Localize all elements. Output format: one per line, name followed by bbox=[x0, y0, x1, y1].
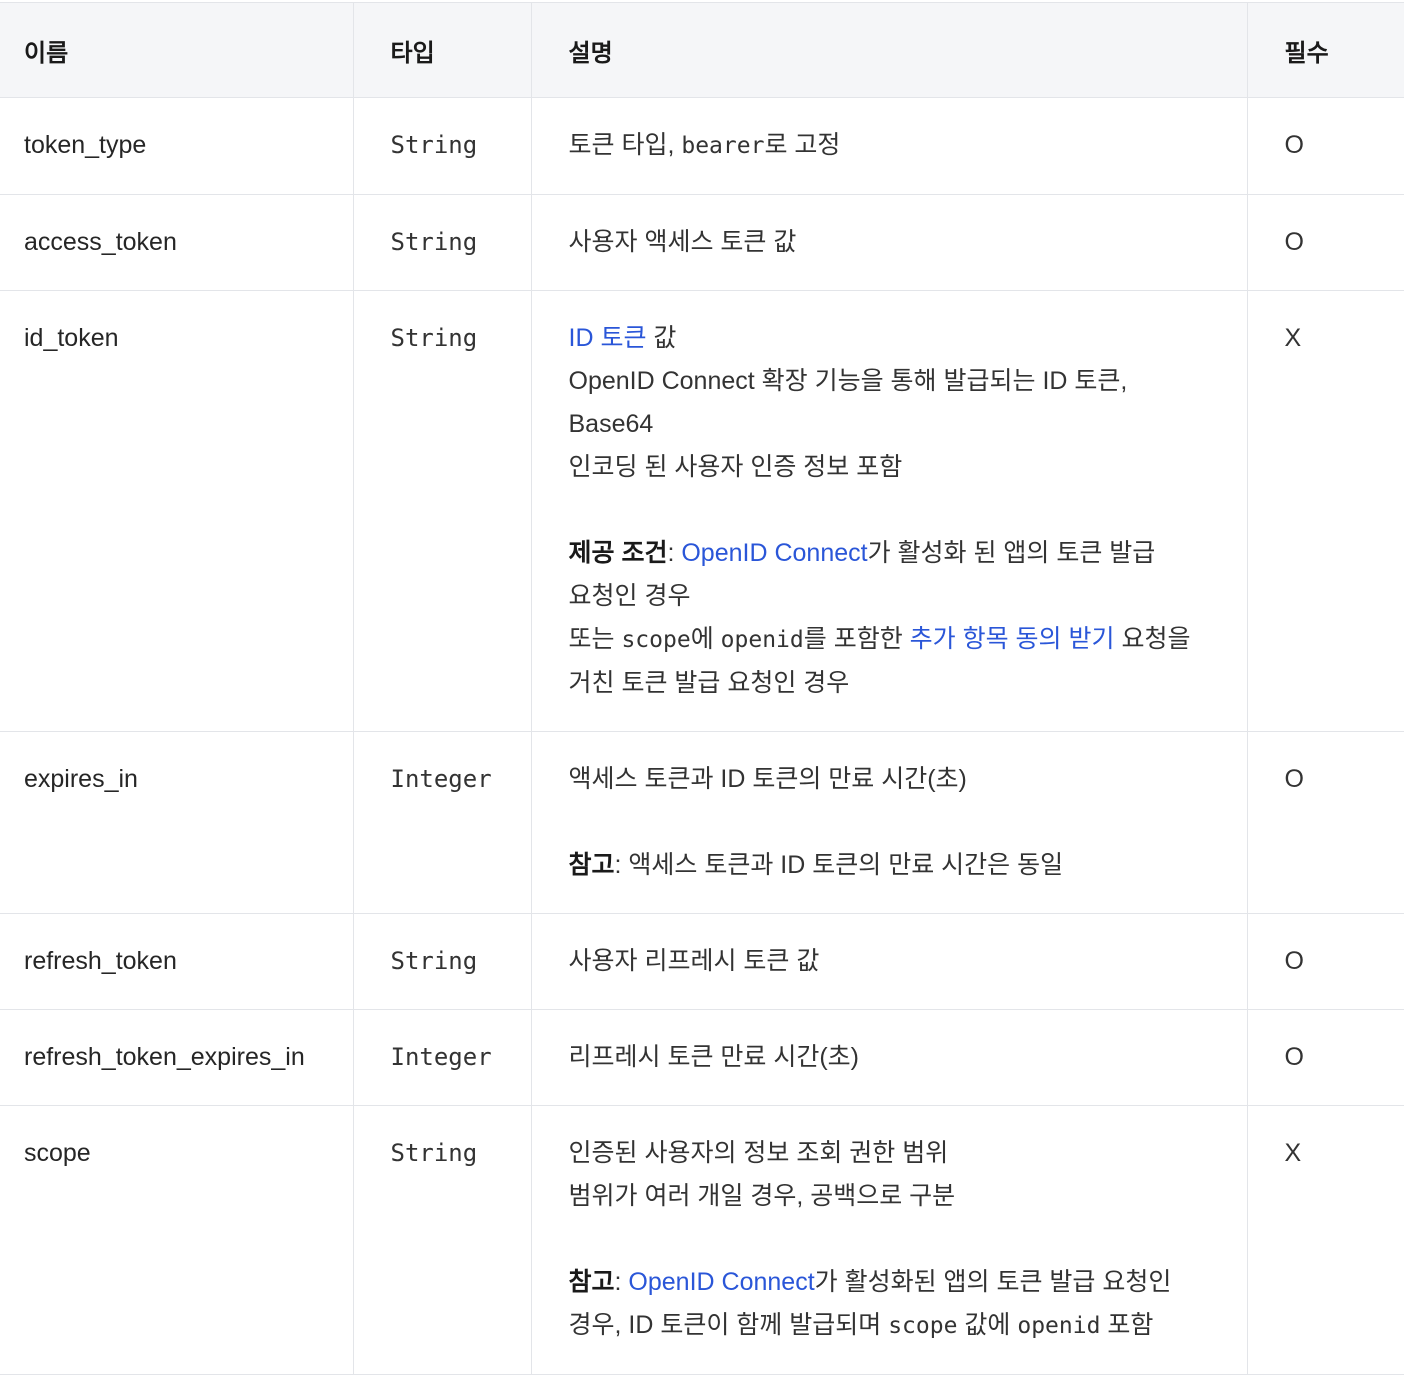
desc-spacer bbox=[569, 801, 1217, 844]
param-type: String bbox=[352, 913, 532, 1010]
code-value: openid bbox=[1017, 1313, 1101, 1339]
table-row: refresh_token_expires_in Integer 리프레시 토큰… bbox=[0, 1009, 1404, 1106]
openid-connect-link[interactable]: OpenID Connect bbox=[628, 1268, 814, 1296]
desc-spacer bbox=[569, 489, 1217, 532]
response-parameters-table: 이름 타입 설명 필수 token_type String 토큰 타입, bea… bbox=[0, 2, 1404, 1375]
table-row: scope String 인증된 사용자의 정보 조회 권한 범위 범위가 여러… bbox=[0, 1105, 1404, 1375]
desc-line: 액세스 토큰과 ID 토큰의 만료 시간(초) bbox=[568, 765, 967, 793]
desc-line: 참고: 액세스 토큰과 ID 토큰의 만료 시간은 동일 bbox=[569, 844, 1217, 887]
param-required: O bbox=[1246, 1009, 1404, 1106]
param-type: String bbox=[352, 97, 532, 195]
param-required: X bbox=[1246, 290, 1404, 732]
param-description: 인증된 사용자의 정보 조회 권한 범위 범위가 여러 개일 경우, 공백으로 … bbox=[530, 1105, 1248, 1375]
desc-line: 인코딩 된 사용자 인증 정보 포함 bbox=[568, 453, 903, 481]
param-name: refresh_token_expires_in bbox=[0, 1009, 354, 1106]
param-name: refresh_token bbox=[0, 913, 354, 1010]
table-row: token_type String 토큰 타입, bearer로 고정 O bbox=[0, 97, 1404, 195]
desc-text: 가 활성화된 앱의 토큰 발급 요청인 bbox=[814, 1268, 1172, 1296]
header-description: 설명 bbox=[530, 2, 1248, 98]
param-required: O bbox=[1246, 731, 1404, 914]
desc-text: : 액세스 토큰과 ID 토큰의 만료 시간은 동일 bbox=[614, 851, 1064, 879]
param-type: Integer bbox=[352, 1009, 532, 1106]
desc-text: 가 활성화 된 앱의 토큰 발급 bbox=[867, 539, 1156, 567]
param-name: token_type bbox=[0, 97, 354, 195]
header-required: 필수 bbox=[1246, 2, 1404, 98]
param-type: String bbox=[352, 1105, 532, 1375]
param-name: id_token bbox=[0, 290, 354, 732]
header-type: 타입 bbox=[352, 2, 532, 98]
desc-text: 요청을 bbox=[1114, 625, 1191, 653]
table-row: expires_in Integer 액세스 토큰과 ID 토큰의 만료 시간(… bbox=[0, 731, 1404, 914]
table-row: refresh_token String 사용자 리프레시 토큰 값 O bbox=[0, 913, 1404, 1010]
desc-text: : bbox=[667, 539, 682, 567]
table-row: access_token String 사용자 액세스 토큰 값 O bbox=[0, 194, 1404, 291]
desc-text: : bbox=[614, 1268, 629, 1296]
desc-line: ID 토큰 값 bbox=[569, 317, 1217, 360]
param-description: 사용자 리프레시 토큰 값 bbox=[530, 913, 1248, 1010]
param-required: O bbox=[1246, 97, 1404, 195]
desc-line: 인증된 사용자의 정보 조회 권한 범위 bbox=[568, 1139, 949, 1167]
desc-line: 경우, ID 토큰이 함께 발급되며 scope 값에 openid 포함 bbox=[569, 1304, 1217, 1348]
note-label: 참고 bbox=[568, 851, 615, 879]
desc-line: 범위가 여러 개일 경우, 공백으로 구분 bbox=[568, 1182, 956, 1210]
desc-text: 경우, ID 토큰이 함께 발급되며 bbox=[568, 1311, 889, 1339]
desc-text: 값에 bbox=[957, 1311, 1018, 1339]
param-type: Integer bbox=[352, 731, 532, 914]
param-description: 액세스 토큰과 ID 토큰의 만료 시간(초) 참고: 액세스 토큰과 ID 토… bbox=[530, 731, 1248, 914]
desc-spacer bbox=[569, 1218, 1217, 1261]
desc-text: 토큰 타입, bbox=[568, 131, 682, 159]
id-token-link[interactable]: ID 토큰 bbox=[569, 324, 647, 352]
param-name: access_token bbox=[0, 194, 354, 291]
param-name: expires_in bbox=[0, 731, 354, 914]
desc-line: OpenID Connect 확장 기능을 통해 발급되는 ID 토큰, Bas… bbox=[568, 367, 1128, 438]
table-header-row: 이름 타입 설명 필수 bbox=[0, 2, 1404, 98]
desc-line: 제공 조건: OpenID Connect가 활성화 된 앱의 토큰 발급 bbox=[569, 532, 1217, 575]
code-value: bearer bbox=[681, 133, 765, 159]
desc-line: 거친 토큰 발급 요청인 경우 bbox=[568, 669, 850, 697]
param-required: O bbox=[1246, 194, 1404, 291]
note-label: 참고 bbox=[568, 1268, 615, 1296]
desc-text: 를 포함한 bbox=[803, 625, 910, 653]
code-value: scope bbox=[888, 1313, 958, 1339]
desc-text: 또는 bbox=[568, 625, 622, 653]
param-description: ID 토큰 값 OpenID Connect 확장 기능을 통해 발급되는 ID… bbox=[530, 290, 1248, 732]
param-required: O bbox=[1246, 913, 1404, 1010]
desc-text: 에 bbox=[690, 625, 721, 653]
additional-consent-link[interactable]: 추가 항목 동의 받기 bbox=[910, 625, 1115, 653]
header-name: 이름 bbox=[0, 2, 354, 98]
code-value: openid bbox=[720, 627, 804, 653]
openid-connect-link[interactable]: OpenID Connect bbox=[681, 539, 867, 567]
desc-text: 포함 bbox=[1100, 1311, 1154, 1339]
desc-text: 로 고정 bbox=[764, 131, 841, 159]
desc-line: 또는 scope에 openid를 포함한 추가 항목 동의 받기 요청을 bbox=[569, 618, 1217, 662]
desc-line: 참고: OpenID Connect가 활성화된 앱의 토큰 발급 요청인 bbox=[569, 1261, 1217, 1304]
condition-label: 제공 조건 bbox=[568, 539, 668, 567]
param-name: scope bbox=[0, 1105, 354, 1375]
desc-text: 값 bbox=[646, 324, 677, 352]
param-required: X bbox=[1246, 1105, 1404, 1375]
table-row: id_token String ID 토큰 값 OpenID Connect 확… bbox=[0, 290, 1404, 732]
param-type: String bbox=[352, 290, 532, 732]
code-value: scope bbox=[621, 627, 691, 653]
desc-line: 요청인 경우 bbox=[568, 582, 691, 610]
param-description: 토큰 타입, bearer로 고정 bbox=[530, 97, 1248, 195]
param-description: 리프레시 토큰 만료 시간(초) bbox=[530, 1009, 1248, 1106]
param-type: String bbox=[352, 194, 532, 291]
param-description: 사용자 액세스 토큰 값 bbox=[530, 194, 1248, 291]
